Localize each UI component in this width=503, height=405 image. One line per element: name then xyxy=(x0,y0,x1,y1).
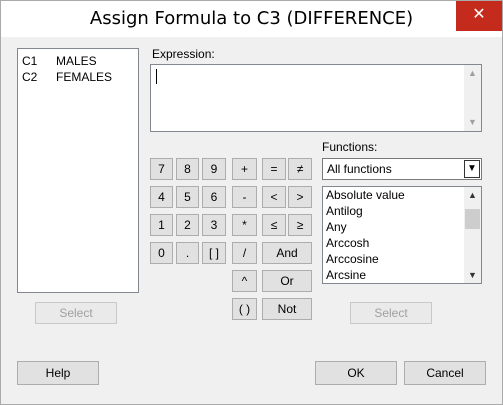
title-bar: Assign Formula to C3 (DIFFERENCE) ✕ xyxy=(1,1,502,37)
key-less-equal[interactable]: ≤ xyxy=(262,214,286,236)
function-item[interactable]: Any xyxy=(323,219,481,235)
column-select-button[interactable]: Select xyxy=(35,302,117,324)
key-equals[interactable]: = xyxy=(262,158,286,180)
key-8[interactable]: 8 xyxy=(176,158,199,180)
key-1[interactable]: 1 xyxy=(150,214,173,236)
functions-category-select[interactable]: All functions ▼ xyxy=(322,158,482,180)
column-item-c2[interactable]: C2 FEMALES xyxy=(22,69,134,85)
key-9[interactable]: 9 xyxy=(202,158,226,180)
column-name: FEMALES xyxy=(56,70,113,84)
key-brackets[interactable]: [ ] xyxy=(202,242,226,264)
dialog-title: Assign Formula to C3 (DIFFERENCE) xyxy=(89,8,414,29)
ok-button[interactable]: OK xyxy=(315,361,397,385)
key-5[interactable]: 5 xyxy=(176,186,199,208)
functions-list[interactable]: Absolute value Antilog Any Arccosh Arcco… xyxy=(322,186,482,284)
scroll-up-icon[interactable]: ▲ xyxy=(464,187,481,203)
function-item[interactable]: Antilog xyxy=(323,203,481,219)
function-item[interactable]: Arccosine xyxy=(323,251,481,267)
function-select-button[interactable]: Select xyxy=(350,302,432,324)
column-id: C1 xyxy=(22,54,38,68)
functions-category-value: All functions xyxy=(327,162,392,176)
scroll-up-icon[interactable]: ▲ xyxy=(464,65,481,82)
expression-scrollbar[interactable]: ▲ ▼ xyxy=(464,65,481,131)
functions-label: Functions: xyxy=(322,140,378,154)
key-divide[interactable]: / xyxy=(232,242,257,264)
close-icon: ✕ xyxy=(472,6,486,23)
scroll-down-icon[interactable]: ▼ xyxy=(464,267,481,283)
scroll-thumb[interactable] xyxy=(465,209,480,229)
key-0[interactable]: 0 xyxy=(150,242,173,264)
key-decimal[interactable]: . xyxy=(176,242,199,264)
expression-label: Expression: xyxy=(152,47,215,61)
key-greater-equal[interactable]: ≥ xyxy=(288,214,312,236)
key-or[interactable]: Or xyxy=(262,270,312,292)
key-greater-than[interactable]: > xyxy=(288,186,312,208)
assign-formula-dialog: Assign Formula to C3 (DIFFERENCE) ✕ C1 MA… xyxy=(0,0,503,405)
help-button[interactable]: Help xyxy=(17,361,99,385)
key-plus[interactable]: + xyxy=(232,158,257,180)
key-less-than[interactable]: < xyxy=(262,186,286,208)
key-parentheses[interactable]: ( ) xyxy=(232,298,257,320)
key-multiply[interactable]: * xyxy=(232,214,257,236)
column-id: C2 xyxy=(22,70,38,84)
function-item[interactable]: Arcsine xyxy=(323,267,481,283)
cancel-button[interactable]: Cancel xyxy=(404,361,486,385)
column-item-c1[interactable]: C1 MALES xyxy=(22,53,134,69)
column-name: MALES xyxy=(56,54,97,68)
column-list[interactable]: C1 MALES C2 FEMALES xyxy=(17,48,139,293)
key-7[interactable]: 7 xyxy=(150,158,173,180)
text-caret xyxy=(156,69,157,84)
key-6[interactable]: 6 xyxy=(202,186,226,208)
key-not-equal[interactable]: ≠ xyxy=(288,158,312,180)
key-2[interactable]: 2 xyxy=(176,214,199,236)
scroll-down-icon[interactable]: ▼ xyxy=(464,114,481,131)
functions-scrollbar[interactable]: ▲ ▼ xyxy=(464,187,481,283)
function-item[interactable]: Arccosh xyxy=(323,235,481,251)
key-minus[interactable]: - xyxy=(232,186,257,208)
close-button[interactable]: ✕ xyxy=(456,1,502,31)
key-and[interactable]: And xyxy=(262,242,312,264)
key-power[interactable]: ^ xyxy=(232,270,257,292)
key-4[interactable]: 4 xyxy=(150,186,173,208)
function-item[interactable]: Absolute value xyxy=(323,187,481,203)
key-3[interactable]: 3 xyxy=(202,214,226,236)
expression-textarea[interactable]: ▲ ▼ xyxy=(150,64,482,132)
chevron-down-icon[interactable]: ▼ xyxy=(464,160,480,178)
key-not[interactable]: Not xyxy=(262,298,312,320)
